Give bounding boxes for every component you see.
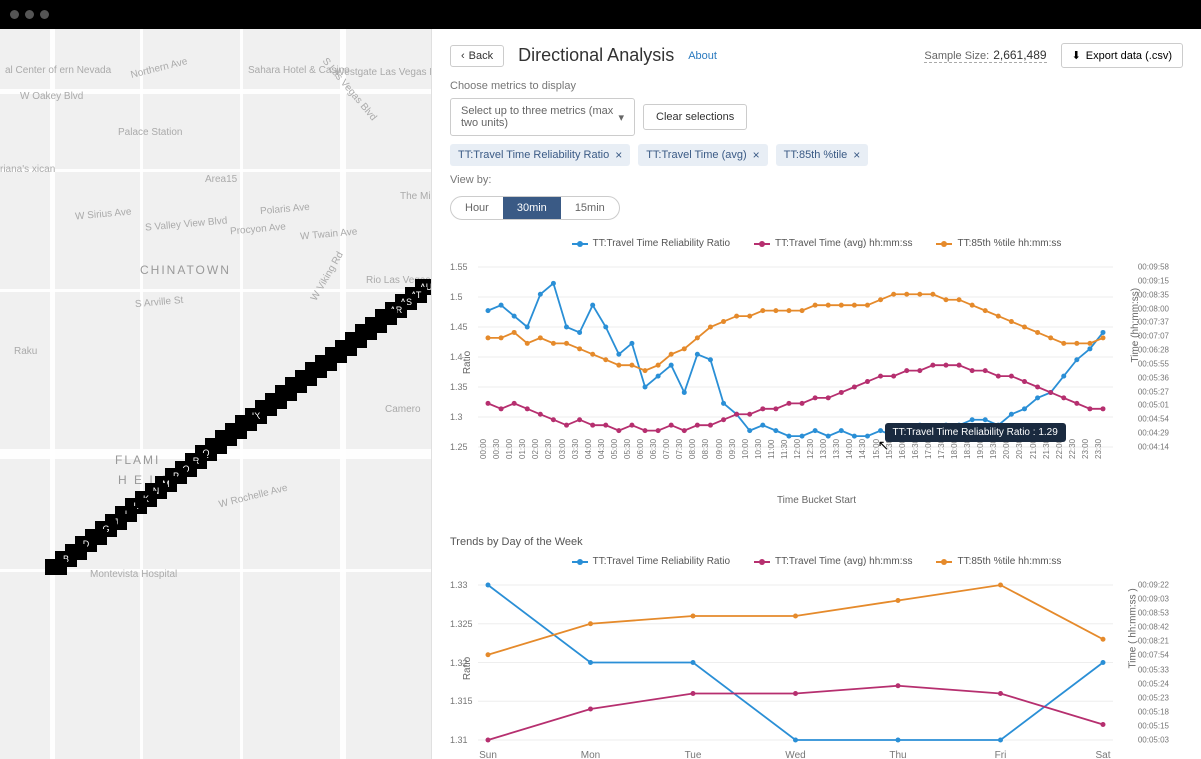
traffic-light-min[interactable] bbox=[25, 10, 34, 19]
about-link[interactable]: About bbox=[688, 50, 717, 62]
chart2-title: Trends by Day of the Week bbox=[450, 536, 1183, 548]
chip-remove-icon[interactable]: × bbox=[753, 148, 760, 162]
map-label: W Sirius Ave bbox=[75, 207, 132, 223]
legend-swatch bbox=[936, 243, 952, 245]
metric-chip: TT:Travel Time (avg)× bbox=[638, 144, 767, 166]
map-label: W Twain Ave bbox=[300, 227, 358, 243]
metrics-label: Choose metrics to display bbox=[450, 80, 1183, 92]
chart2-ylabel2: Time ( hh:mm:ss ) bbox=[1127, 588, 1138, 668]
map-label: Westgate Las Vegas Resort & Casino bbox=[335, 67, 431, 78]
metric-chip: TT:85th %tile× bbox=[776, 144, 869, 166]
map-label: Area15 bbox=[205, 174, 237, 185]
metrics-placeholder: Select up to three metrics (max two unit… bbox=[461, 105, 618, 129]
export-label: Export data (.csv) bbox=[1086, 50, 1172, 62]
chip-remove-icon[interactable]: × bbox=[615, 148, 622, 162]
legend-swatch bbox=[754, 561, 770, 563]
chart2-xticks: SunMonTueWedThuFriSat bbox=[478, 750, 1113, 759]
back-button[interactable]: ‹ Back bbox=[450, 45, 504, 67]
map-label: W Rochelle Ave bbox=[218, 483, 289, 511]
map-label: The Mira bbox=[400, 191, 431, 202]
download-icon: ⬇ bbox=[1072, 49, 1081, 62]
metrics-select[interactable]: Select up to three metrics (max two unit… bbox=[450, 98, 635, 136]
chart1-legend: TT:Travel Time Reliability Ratio TT:Trave… bbox=[450, 238, 1183, 249]
map-label: Northern Ave bbox=[130, 56, 189, 81]
back-label: Back bbox=[469, 50, 493, 62]
chart1-ylabel: Ratio bbox=[462, 351, 473, 374]
map-pane[interactable]: al Center of ern NevadaSahara Hotel & Ca… bbox=[0, 29, 431, 759]
chevron-left-icon: ‹ bbox=[461, 50, 465, 62]
map-label: Palace Station bbox=[118, 127, 183, 138]
legend-item[interactable]: TT:Travel Time Reliability Ratio bbox=[572, 556, 730, 567]
traffic-light-close[interactable] bbox=[10, 10, 19, 19]
metric-chip: TT:Travel Time Reliability Ratio× bbox=[450, 144, 630, 166]
chip-remove-icon[interactable]: × bbox=[853, 148, 860, 162]
viewby-30min[interactable]: 30min bbox=[503, 197, 561, 219]
map-label: Procyon Ave bbox=[230, 222, 287, 238]
analysis-pane: ‹ Back Directional Analysis About Sample… bbox=[431, 29, 1201, 759]
legend-item[interactable]: TT:Travel Time (avg) hh:mm:ss bbox=[754, 238, 912, 249]
chevron-down-icon: ▾ bbox=[618, 111, 624, 124]
map-label: Montevista Hospital bbox=[90, 569, 177, 580]
legend-item[interactable]: TT:Travel Time Reliability Ratio bbox=[572, 238, 730, 249]
corridor-segment[interactable] bbox=[45, 559, 67, 575]
viewby-15min[interactable]: 15min bbox=[561, 197, 619, 219]
map-label: CHINATOWN bbox=[140, 263, 231, 277]
legend-swatch bbox=[754, 243, 770, 245]
legend-swatch bbox=[936, 561, 952, 563]
map-label: Raku bbox=[14, 346, 37, 357]
page-title: Directional Analysis bbox=[518, 45, 674, 66]
map-label: Camero bbox=[385, 404, 421, 415]
map-label: Polaris Ave bbox=[260, 202, 311, 217]
map-label: riana's xican bbox=[0, 164, 55, 175]
chart1-xticks: 00:0000:3001:0001:3002:0002:3003:0003:30… bbox=[478, 457, 1113, 491]
legend-item[interactable]: TT:85th %tile hh:mm:ss bbox=[936, 556, 1061, 567]
viewby-segmented[interactable]: Hour30min15min bbox=[450, 196, 620, 220]
chart1-canvas[interactable]: Ratio Time (hh:mm:ss) TT:Travel Time Rel… bbox=[478, 257, 1113, 457]
legend-swatch bbox=[572, 561, 588, 563]
window-titlebar bbox=[0, 0, 1201, 29]
chip-row: TT:Travel Time Reliability Ratio× TT:Trav… bbox=[450, 144, 1183, 166]
chart1-tooltip: TT:Travel Time Reliability Ratio : 1.29 bbox=[885, 423, 1066, 442]
legend-swatch bbox=[572, 243, 588, 245]
map-label: W Oakey Blvd bbox=[20, 91, 83, 102]
chart-timebucket: TT:Travel Time Reliability Ratio TT:Trave… bbox=[450, 238, 1183, 506]
legend-item[interactable]: TT:85th %tile hh:mm:ss bbox=[936, 238, 1061, 249]
main-layout: al Center of ern NevadaSahara Hotel & Ca… bbox=[0, 29, 1201, 759]
viewby-hour[interactable]: Hour bbox=[451, 197, 503, 219]
map-label: FLAMI bbox=[115, 453, 160, 467]
export-button[interactable]: ⬇ Export data (.csv) bbox=[1061, 43, 1183, 68]
chart-dayofweek: Trends by Day of the Week TT:Travel Time… bbox=[450, 536, 1183, 759]
chart1-xlabel: Time Bucket Start bbox=[450, 495, 1183, 506]
map-label: S Valley View Blvd bbox=[145, 215, 228, 233]
traffic-light-max[interactable] bbox=[40, 10, 49, 19]
sample-size: Sample Size:2,661,489 bbox=[924, 48, 1046, 63]
clear-selections-button[interactable]: Clear selections bbox=[643, 104, 747, 130]
chart2-legend: TT:Travel Time Reliability Ratio TT:Trave… bbox=[450, 556, 1183, 567]
viewby-label: View by: bbox=[450, 174, 1183, 186]
legend-item[interactable]: TT:Travel Time (avg) hh:mm:ss bbox=[754, 556, 912, 567]
map-label: al Center of ern Nevada bbox=[5, 65, 111, 76]
chart2-canvas[interactable]: Ratio Time ( hh:mm:ss ) 1.311.3151.321.3… bbox=[478, 575, 1113, 750]
